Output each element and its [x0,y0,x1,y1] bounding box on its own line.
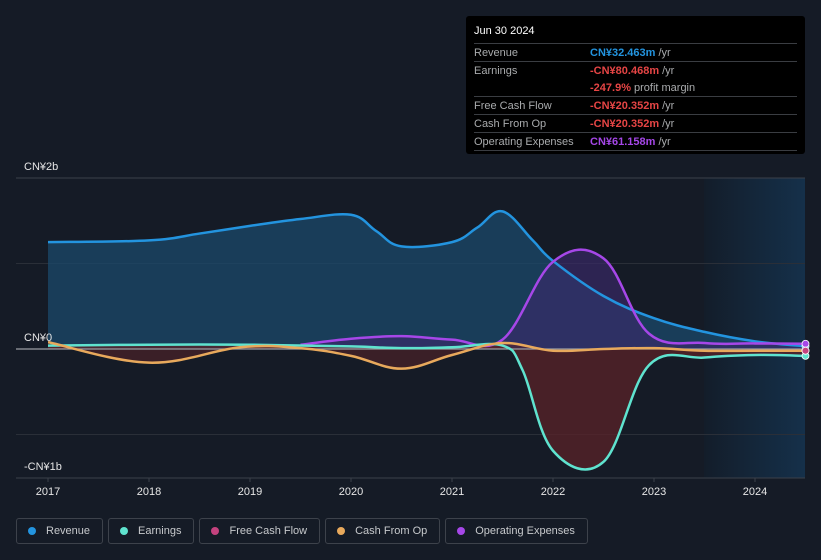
tooltip-value: -CN¥80.468m [590,64,660,77]
legend-item-operating-expenses[interactable]: Operating Expenses [445,518,588,544]
legend-dot-icon [337,527,346,535]
tooltip-row: -247.9% profit margin [474,79,797,97]
tooltip-unit: /yr [658,46,671,59]
x-tick-label: 2021 [440,486,464,498]
tooltip-row: Revenue CN¥32.463m/yr [474,44,797,62]
series-fills [48,211,806,470]
legend-item-cash-from-op[interactable]: Cash From Op [325,518,441,544]
x-tick-label: 2020 [339,486,363,498]
legend-label: Free Cash Flow [229,525,308,537]
legend-dot-icon [120,527,129,535]
tooltip-row: Operating Expenses CN¥61.158m/yr [474,133,797,151]
tooltip-row: Earnings -CN¥80.468m/yr [474,62,797,79]
tooltip-value: -247.9% [590,81,631,94]
legend-label: Revenue [46,525,91,537]
tooltip-value: CN¥32.463m [590,46,656,59]
legend: Revenue Earnings Free Cash Flow Cash From O… [16,518,588,544]
legend-item-free-cash-flow[interactable]: Free Cash Flow [199,518,321,544]
x-tick-label: 2019 [238,486,262,498]
y-tick-label: CN¥0 [24,332,52,344]
x-tick-label: 2023 [642,486,666,498]
y-tick-label: -CN¥1b [24,461,62,473]
tooltip-value: -CN¥20.352m [590,99,660,112]
tooltip-unit: profit margin [633,81,696,94]
tooltip-row: Cash From Op -CN¥20.352m/yr [474,115,797,133]
tooltip-unit: /yr [662,99,675,112]
tooltip-label: Revenue [474,46,519,59]
x-tick-label: 2022 [541,486,565,498]
tooltip-label: Cash From Op [474,117,547,130]
tooltip-rows: Revenue CN¥32.463m/yr Earnings -CN¥80.468m /… [474,44,797,151]
y-tick-label: CN¥2b [24,161,58,173]
operating-expenses-end-point [801,339,810,348]
legend-label: Earnings [138,525,182,537]
legend-dot-icon [211,527,220,535]
tooltip-value: CN¥61.158m [590,135,656,148]
tooltip-date: Jun 30 2024 [474,24,797,44]
free-cash-flow-end-point [801,346,810,355]
forecast-shade [704,178,805,478]
x-tick-label: 2017 [36,486,60,498]
legend-dot-icon [28,527,36,535]
legend-dot-icon [457,527,466,535]
tooltip-unit: /yr [658,135,671,148]
x-tick-label: 2018 [137,486,161,498]
legend-item-earnings[interactable]: Earnings [108,518,195,544]
legend-label: Cash From Op [355,525,428,537]
legend-label: Operating Expenses [475,525,575,537]
tooltip-unit: /yr [662,64,675,77]
legend-item-revenue[interactable]: Revenue [16,518,104,544]
x-axis: 2017 2018 2019 2020 2021 2022 2023 2024 [16,477,805,498]
data-tooltip: Jun 30 2024 Revenue CN¥32.463m/yr Earnings… [466,16,805,154]
tooltip-value: -CN¥20.352m [590,117,660,130]
tooltip-row: Free Cash Flow -CN¥20.352m/yr [474,97,797,115]
tooltip-label: Operating Expenses [474,135,574,148]
tooltip-label: Free Cash Flow [474,99,552,112]
x-tick-label: 2024 [743,486,767,498]
tooltip-unit: /yr [662,117,675,130]
tooltip-label: Earnings [474,64,518,77]
